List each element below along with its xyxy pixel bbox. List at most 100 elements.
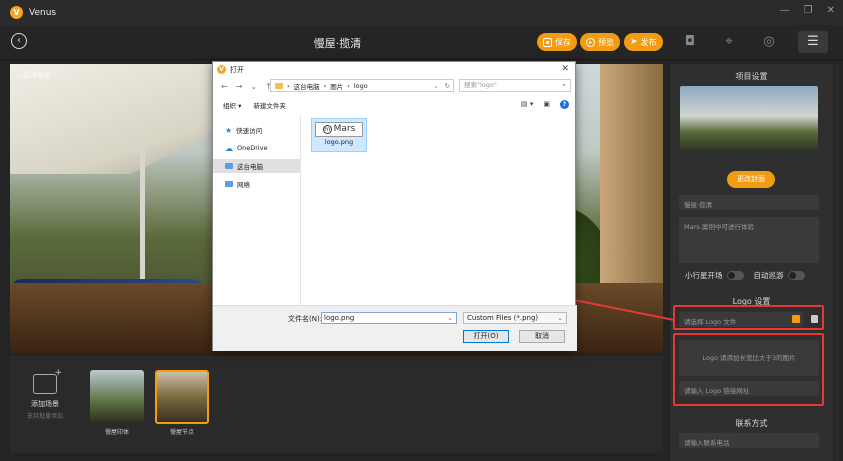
app-name: Venus: [29, 7, 57, 18]
add-scene-button[interactable]: 添加场景 支持批量添加: [16, 368, 74, 434]
breadcrumb-item[interactable]: 这台电脑: [294, 81, 320, 91]
nav-quick-access[interactable]: ★ 快速访问: [213, 123, 300, 137]
cover-image: [680, 86, 818, 152]
folder-icon: [275, 82, 283, 89]
main-toolbar: ‹ 慢屋·揽清 ▪ 保存 ▸ 预览 ➤ 发布 ◘ ⌖ ◎ ☰: [0, 25, 843, 60]
nav-label: 快速访问: [236, 127, 263, 135]
cruise-toggle-label: 自动巡游: [753, 271, 784, 280]
project-settings-heading: 项目设置: [735, 72, 768, 81]
highlight-logo-area: [673, 333, 824, 406]
cruise-toggle[interactable]: [787, 271, 805, 280]
address-bar[interactable]: › 这台电脑 › 图片 › logo ⌄ ↻: [270, 79, 454, 92]
preview-pane-icon[interactable]: ▣: [543, 100, 550, 109]
camera-icon[interactable]: ◘: [675, 31, 705, 53]
address-dropdown-icon[interactable]: ⌄: [434, 82, 439, 90]
network-icon: [225, 181, 233, 187]
refresh-icon[interactable]: ↻: [445, 82, 450, 90]
preview-button[interactable]: ▸ 预览: [580, 33, 620, 51]
star-icon: ★: [225, 125, 233, 135]
save-icon: ▪: [543, 37, 552, 47]
file-type-value: Custom Files (*.png): [467, 314, 539, 322]
compass-icon[interactable]: ◎: [754, 31, 784, 53]
cloud-icon: ☁: [225, 143, 233, 153]
file-preview-text: Mars: [333, 124, 356, 134]
app-window: V Venus — ❐ ✕ ‹ 慢屋·揽清 ▪ 保存 ▸ 预览 ➤ 发布 ◘ ⌖…: [0, 0, 843, 461]
dialog-close-icon[interactable]: ✕: [561, 64, 569, 74]
file-thumbnail: m Mars: [315, 122, 363, 137]
project-name-input[interactable]: 慢屋·揽清: [679, 195, 819, 210]
window-controls: — ❐ ✕: [780, 5, 835, 16]
filename-value: logo.png: [324, 314, 355, 322]
dialog-app-icon: V: [217, 65, 226, 74]
filename-label: 文件名(N):: [288, 315, 323, 323]
computer-icon: [225, 163, 233, 169]
search-input[interactable]: 搜索"logo" ⌕: [459, 79, 571, 92]
new-folder-button[interactable]: 新建文件夹: [253, 100, 286, 110]
scene-watermark: 元碧海新星: [16, 71, 51, 79]
nav-label: 网络: [237, 181, 250, 189]
restore-icon[interactable]: ❐: [804, 5, 813, 16]
breadcrumb-item[interactable]: 图片: [330, 81, 343, 91]
dialog-footer: 文件名(N): logo.png ⌄ Custom Files (*.png) …: [213, 305, 577, 351]
crumb-sep: ›: [347, 81, 350, 90]
project-desc-input[interactable]: Mars-案例中可进行体验: [679, 217, 819, 263]
scene-thumb-1[interactable]: [90, 370, 144, 424]
settings-sliders-icon[interactable]: ☰: [798, 31, 828, 53]
organize-button[interactable]: 组织 ▾: [223, 100, 241, 110]
nav-label: OneDrive: [237, 144, 268, 152]
mars-logo-icon: m: [322, 125, 332, 134]
minimize-icon[interactable]: —: [780, 5, 790, 16]
nav-arrows: ← → ⌄ ↑: [221, 82, 272, 91]
save-button[interactable]: ▪ 保存: [537, 33, 577, 51]
send-icon: ➤: [630, 37, 638, 47]
view-mode-icon[interactable]: ▤ ▾: [521, 100, 533, 109]
chevron-down-icon: ⌄: [557, 314, 563, 322]
scene-thumb-2[interactable]: [155, 370, 209, 424]
nav-label: 这台电脑: [237, 163, 263, 171]
view-controls: ▤ ▾ ▣ ?: [521, 100, 569, 109]
planet-toggle-label: 小行星开场: [685, 271, 723, 280]
file-type-select[interactable]: Custom Files (*.png) ⌄: [463, 312, 567, 324]
close-icon[interactable]: ✕: [827, 5, 835, 16]
nav-this-pc[interactable]: 这台电脑: [213, 159, 300, 173]
panel-scrollbar[interactable]: [835, 64, 839, 461]
nav-onedrive[interactable]: ☁ OneDrive: [213, 141, 300, 155]
add-image-icon: [33, 368, 62, 394]
save-label: 保存: [555, 37, 571, 47]
filename-input[interactable]: logo.png ⌄: [321, 312, 457, 324]
crosshair-icon[interactable]: ⌖: [714, 31, 744, 53]
scene-thumb-label: 慢屋节点: [169, 429, 194, 436]
address-row: ← → ⌄ ↑ › 这台电脑 › 图片 › logo ⌄ ↻ 搜索"logo" …: [213, 77, 577, 95]
nav-network[interactable]: 网络: [213, 177, 300, 191]
dialog-title-bar: V 打开: [213, 62, 575, 77]
change-cover-button[interactable]: 更改封面: [727, 171, 775, 188]
back-arrow-icon[interactable]: ←: [221, 82, 228, 91]
forward-arrow-icon[interactable]: →: [236, 82, 243, 91]
planet-toggle[interactable]: [726, 271, 744, 280]
open-button[interactable]: 打开(O): [463, 330, 509, 343]
crumb-sep: ›: [287, 81, 290, 90]
contact-phone-input[interactable]: 请输入联系电话: [679, 433, 819, 448]
scene-strip: 添加场景 支持批量添加 慢屋印体 慢屋节点: [10, 356, 663, 453]
toggle-row: 小行星开场 自动巡游: [679, 270, 819, 281]
publish-label: 发布: [640, 37, 657, 47]
title-bar: V Venus — ❐ ✕: [0, 0, 843, 25]
recent-chevron-icon[interactable]: ⌄: [250, 82, 257, 91]
search-placeholder: 搜索"logo": [464, 81, 497, 89]
help-icon[interactable]: ?: [560, 100, 569, 109]
navigation-pane: ★ 快速访问 ☁ OneDrive 这台电脑 网络: [213, 115, 301, 305]
breadcrumb-item[interactable]: logo: [354, 82, 368, 90]
preview-icon: ▸: [586, 37, 595, 47]
open-file-dialog: V 打开 ✕ ← → ⌄ ↑ › 这台电脑 › 图片 › logo ⌄ ↻ 搜索…: [212, 61, 577, 351]
add-scene-label: 添加场景: [31, 400, 59, 408]
cancel-button[interactable]: 取消: [519, 330, 565, 343]
file-list: m Mars logo.png: [303, 115, 575, 305]
chevron-down-icon[interactable]: ⌄: [447, 313, 453, 323]
file-item[interactable]: m Mars logo.png: [311, 118, 367, 152]
command-bar: 组织 ▾ 新建文件夹 ▤ ▾ ▣ ?: [213, 97, 577, 112]
add-scene-sub: 支持批量添加: [26, 413, 63, 420]
contact-heading: 联系方式: [735, 419, 768, 428]
search-icon: ⌕: [562, 81, 566, 89]
dialog-title: 打开: [230, 65, 244, 74]
publish-button[interactable]: ➤ 发布: [624, 33, 663, 51]
